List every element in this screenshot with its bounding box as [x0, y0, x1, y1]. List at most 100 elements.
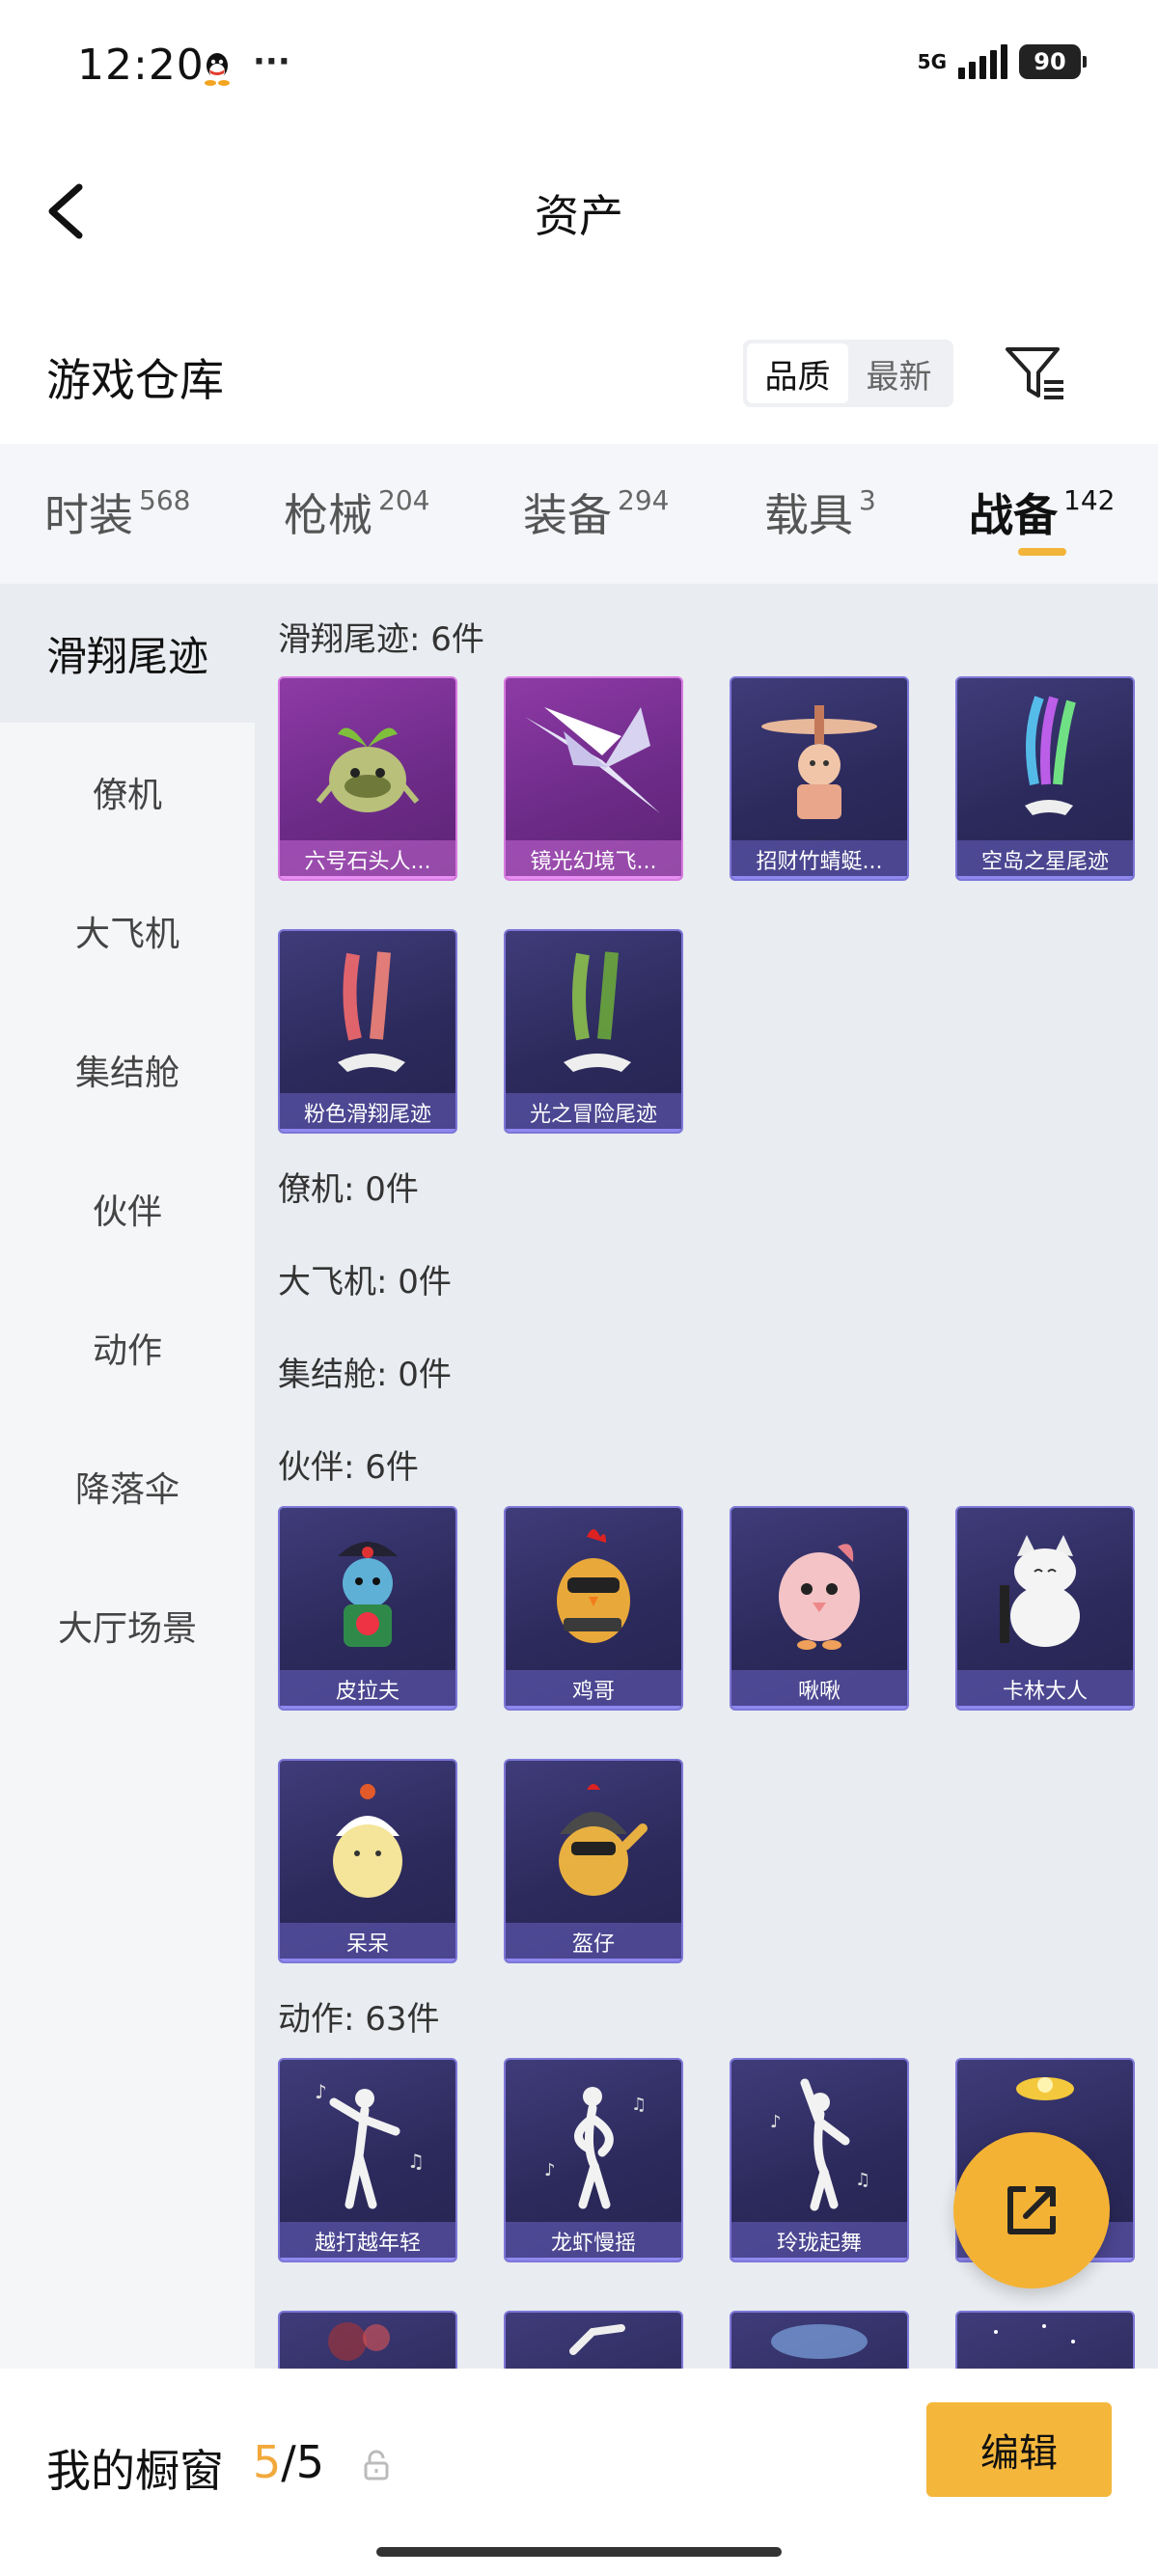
tab-equipment[interactable]: 装备 294 [523, 480, 669, 544]
svg-text:♫: ♫ [407, 2150, 425, 2173]
dance-pose-image: ♪ ♫ [770, 2078, 870, 2211]
dance-pose-image: ♫ ♪ [544, 2087, 647, 2209]
svg-text:♫: ♫ [631, 2095, 647, 2115]
page-title: 资产 [535, 190, 623, 242]
item-name: 招财竹蜻蜓... [731, 840, 907, 879]
sidebar-item-lobby-scene[interactable]: 大厅场景 [0, 1556, 255, 1695]
more-notifications-icon: ··· [253, 42, 290, 81]
filter-icon[interactable] [1002, 343, 1069, 405]
rarity-stripe [957, 1706, 1133, 1709]
svg-text:♫: ♫ [855, 2170, 870, 2190]
status-indicators: 5G 90 [918, 44, 1087, 79]
item-card[interactable]: ♫ ♪ 龙虾慢摇 [504, 2058, 683, 2262]
tab-guns[interactable]: 枪械 204 [284, 480, 429, 544]
item-card[interactable] [730, 2311, 909, 2369]
showcase-label: 我的橱窗 [46, 2445, 224, 2497]
category-tabs: 时装 568 枪械 204 装备 294 载具 3 战备 142 [0, 444, 1158, 584]
sidebar-item-big-plane[interactable]: 大飞机 [0, 862, 255, 1000]
item-card[interactable]: 招财竹蜻蜓... [730, 676, 909, 881]
item-name: 盔仔 [506, 1923, 681, 1961]
lock-icon [364, 2450, 389, 2480]
item-card[interactable]: 盔仔 [504, 1759, 683, 1963]
tab-count: 204 [378, 484, 430, 516]
bamboo-copter-image [761, 705, 877, 819]
sidebar-item-partner[interactable]: 伙伴 [0, 1139, 255, 1278]
item-card[interactable] [504, 2311, 683, 2369]
item-card[interactable] [278, 2311, 457, 2369]
item-card[interactable]: 镜光幻境飞... [504, 676, 683, 881]
item-card[interactable]: 卡林大人 [955, 1506, 1135, 1711]
chick-character-image [333, 1784, 402, 1898]
item-name: 皮拉夫 [280, 1670, 455, 1709]
rarity-stripe [280, 2258, 455, 2261]
tab-combat-gear[interactable]: 战备 142 [969, 480, 1115, 544]
showcase-total: 5 [295, 2436, 325, 2488]
tab-label: 装备 [523, 489, 612, 541]
nav-bar: 资产 [0, 154, 1158, 270]
item-card[interactable]: 六号石头人... [278, 676, 457, 881]
tab-vehicles[interactable]: 载具 3 [764, 480, 876, 544]
sidebar-item-parachute[interactable]: 降落伞 [0, 1417, 255, 1556]
item-card[interactable]: 啾啾 [730, 1506, 909, 1711]
home-indicator[interactable] [376, 2547, 782, 2557]
qq-icon [205, 53, 230, 86]
item-card[interactable]: 粉色滑翔尾迹 [278, 929, 457, 1134]
rarity-stripe [731, 876, 907, 879]
item-card[interactable]: ♪ ♫ 玲珑起舞 [730, 2058, 909, 2262]
item-card[interactable]: 光之冒险尾迹 [504, 929, 683, 1134]
pink-trail-image [338, 951, 405, 1072]
item-card[interactable] [955, 2311, 1135, 2369]
emote-image [771, 2324, 868, 2359]
emote-image [569, 2324, 625, 2355]
item-name: 镜光幻境飞... [506, 840, 681, 879]
sort-quality-button[interactable]: 品质 [747, 343, 848, 403]
warehouse-header: 游戏仓库 品质 最新 [0, 318, 1158, 434]
white-cat-character-image [1000, 1535, 1080, 1647]
status-time: 12:20 [77, 41, 205, 90]
sort-newest-button[interactable]: 最新 [848, 343, 950, 403]
tab-label: 载具 [764, 489, 853, 541]
item-name: 玲珑起舞 [731, 2222, 907, 2261]
rarity-stripe [957, 876, 1133, 879]
battery-icon: 90 [1019, 44, 1087, 79]
tab-label: 战备 [969, 489, 1058, 541]
tab-count: 294 [618, 484, 670, 516]
item-card[interactable]: ♪ ♫ 越打越年轻 [278, 2058, 457, 2262]
svg-text:♪: ♪ [315, 2080, 327, 2103]
item-card[interactable]: 空岛之星尾迹 [955, 676, 1135, 881]
section-title-glide: 滑翔尾迹: 6件 [278, 620, 484, 659]
tab-label: 时装 [44, 489, 133, 541]
sidebar-item-action[interactable]: 动作 [0, 1278, 255, 1417]
item-name: 六号石头人... [280, 840, 455, 879]
sidebar-item-pod[interactable]: 集结舱 [0, 1000, 255, 1139]
section-title-partner: 伙伴: 6件 [278, 1448, 419, 1487]
sidebar-item-wingman[interactable]: 僚机 [0, 723, 255, 862]
share-button[interactable] [953, 2132, 1110, 2288]
chicken-character-image [557, 1529, 630, 1643]
rarity-stripe [506, 1129, 681, 1132]
tab-fashion[interactable]: 时装 568 [44, 480, 190, 544]
share-icon [1007, 2186, 1056, 2234]
item-card[interactable]: 鸡哥 [504, 1506, 683, 1711]
rarity-stripe [280, 876, 455, 879]
section-title-pod: 集结舱: 0件 [278, 1356, 452, 1394]
signal-icon [958, 44, 1007, 79]
showcase-count: 5/5 [253, 2436, 324, 2488]
crystal-wings-image [525, 707, 660, 813]
item-card[interactable]: 皮拉夫 [278, 1506, 457, 1711]
sidebar-item-glide-trail[interactable]: 滑翔尾迹 [0, 584, 255, 723]
rainbow-trail-image [1025, 696, 1076, 815]
showcase-separator: / [281, 2436, 296, 2488]
item-grid-panel[interactable]: 滑翔尾迹: 6件 六号石头人... 镜光幻境飞... 招财竹蜻蜓... 空岛之星… [255, 584, 1158, 2369]
rarity-stripe [280, 1959, 455, 1961]
item-name: 空岛之星尾迹 [957, 840, 1133, 879]
rarity-stripe [731, 1706, 907, 1709]
dance-pose-image: ♪ ♫ [315, 2080, 425, 2209]
edit-button[interactable]: 编辑 [926, 2402, 1112, 2497]
plant-creature-image [316, 727, 420, 812]
item-card[interactable]: 呆呆 [278, 1759, 457, 1963]
tab-count: 568 [139, 484, 191, 516]
rarity-stripe [280, 1129, 455, 1132]
item-name: 呆呆 [280, 1923, 455, 1961]
item-name: 啾啾 [731, 1670, 907, 1709]
